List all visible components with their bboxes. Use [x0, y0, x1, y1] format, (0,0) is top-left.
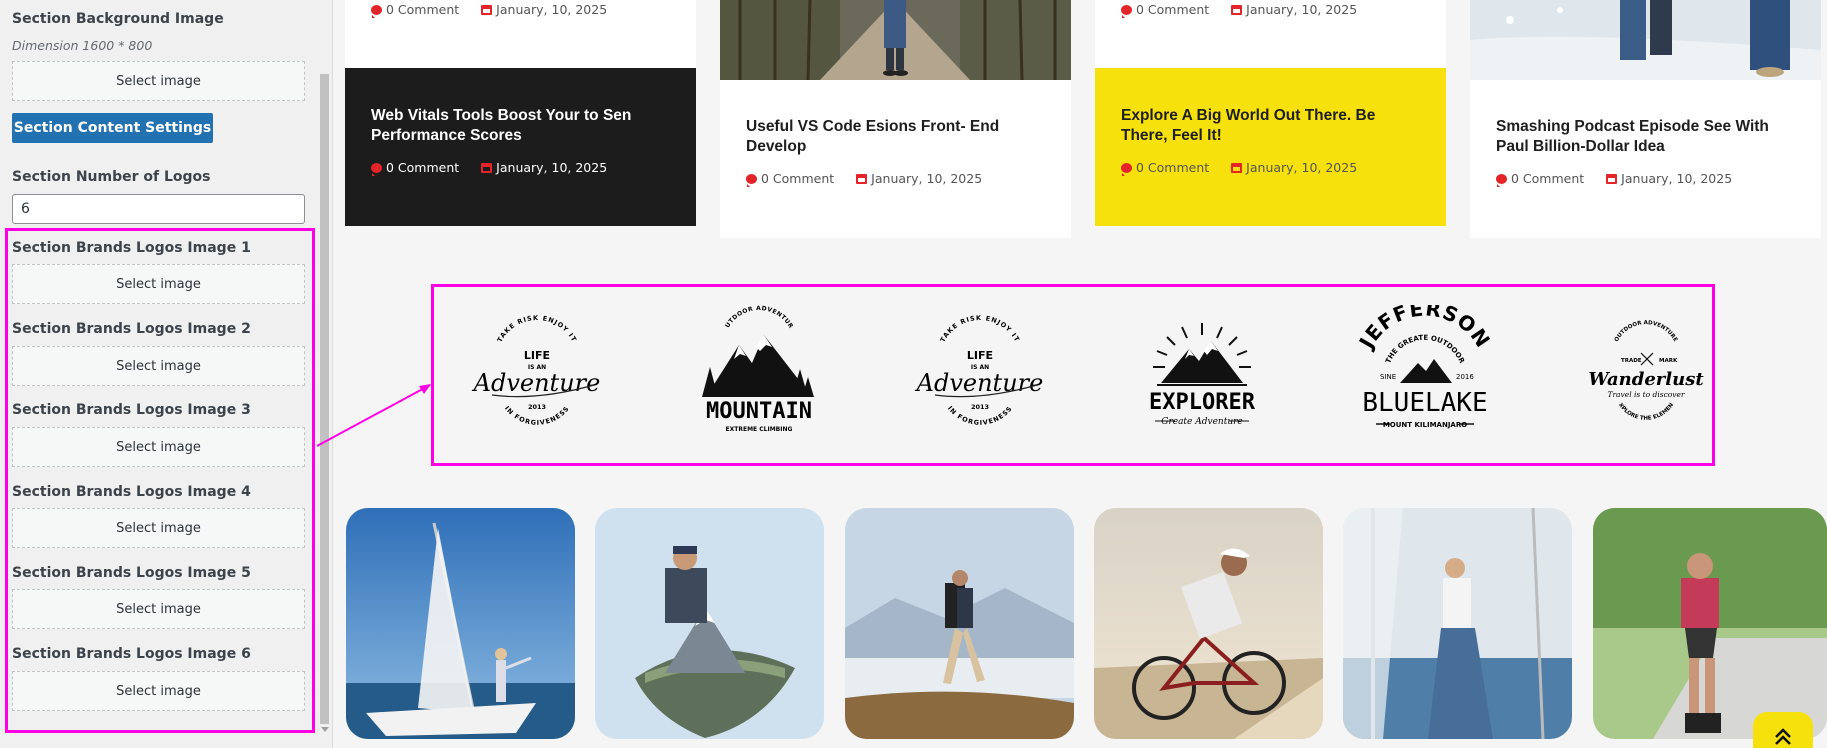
panel-scrollbar[interactable] — [318, 0, 332, 748]
calendar-icon — [481, 4, 493, 15]
post-card-1-dark-panel: Web Vitals Tools Boost Your to Sen Perfo… — [345, 68, 696, 226]
post-card-1-title[interactable]: Web Vitals Tools Boost Your to Sen Perfo… — [371, 106, 676, 146]
calendar-icon — [856, 173, 868, 184]
jefferson-arc-text: THE GREATE OUTDOOR — [1384, 334, 1466, 365]
adventure-2-life-text: LIFE — [967, 349, 993, 362]
adventure-top-arc-text: TAKE RISK ENJOY IT — [496, 314, 578, 344]
svg-text:TAKE RISK ENJOY IT: TAKE RISK ENJOY IT — [939, 314, 1022, 344]
num-logos-input[interactable] — [12, 194, 305, 224]
post-card-2-image[interactable] — [720, 0, 1071, 80]
svg-text:JEFFERSON: JEFFERSON — [1353, 305, 1495, 354]
post-card-2-meta: 0 Comment January, 10, 2025 — [746, 171, 982, 187]
gallery-photo-floating-island[interactable] — [595, 508, 824, 739]
post-card-2[interactable]: Useful VS Code Esions Front- End Develop… — [720, 0, 1071, 238]
explorer-tag-text: Greate Adventure — [1161, 417, 1243, 427]
comment-icon — [1121, 162, 1132, 176]
wanderlust-right-text: MARK — [1659, 358, 1678, 364]
wanderlust-left-text: TRADE — [1621, 358, 1642, 364]
jefferson-name-text: BLUELAKE — [1362, 388, 1487, 418]
svg-text:OUTDOOR ADVENTURE: OUTDOOR ADVENTURE — [684, 305, 794, 330]
adventure-2-year-text: 2013 — [971, 403, 989, 411]
post-card-3-yellow-panel: Explore A Big World Out There. Be There,… — [1095, 68, 1446, 226]
post-card-1[interactable]: 0 Comment January, 10, 2025 Web Vitals T… — [345, 0, 696, 226]
post-card-2-title[interactable]: Useful VS Code Esions Front- End Develop — [746, 117, 1051, 157]
scroll-down-arrow-icon[interactable] — [321, 727, 329, 732]
customizer-panel: Section Background Image Dimension 1600 … — [0, 0, 333, 748]
adventure-2-script-text: Adventure — [915, 369, 1044, 397]
calendar-icon — [1606, 173, 1618, 184]
post-card-1-meta: 0 Comment January, 10, 2025 — [371, 160, 607, 176]
adventure-script-text: Adventure — [472, 369, 601, 397]
adventure-2-top-arc-text: TAKE RISK ENJOY IT — [939, 314, 1021, 344]
comment-icon — [746, 173, 757, 187]
wanderlust-tag-text: Travel is to discover — [1607, 390, 1685, 399]
highlight-logo-fields — [5, 228, 315, 733]
jefferson-top-text: JEFFERSON — [1353, 296, 1494, 354]
calendar-icon — [481, 162, 493, 173]
mountain-top-arc-text: OUTDOOR ADVENTURE — [681, 300, 794, 330]
post-card-3[interactable]: 0 Comment January, 10, 2025 Explore A Bi… — [1095, 0, 1446, 226]
gallery-photo-cyclist[interactable] — [1094, 508, 1323, 739]
post-card-4-meta: 0 Comment January, 10, 2025 — [1496, 171, 1732, 187]
adventure-life-text: LIFE — [524, 349, 550, 362]
explorer-name-text: EXPLORER — [1149, 390, 1256, 415]
adventure-year-text: 2013 — [528, 403, 546, 411]
wanderlust-top-arc-text: OUTDOOR ADVENTURE — [1614, 320, 1679, 343]
mountain-tag-text: EXTREME CLIMBING — [726, 426, 793, 433]
jefferson-since-text: SINE — [1380, 373, 1396, 381]
mountain-name-text: MOUNTAIN — [706, 399, 812, 424]
post-card-3-title[interactable]: Explore A Big World Out There. Be There,… — [1121, 106, 1426, 146]
gallery-photo-hiker[interactable] — [845, 508, 1074, 739]
svg-text:OUTDOOR ADVENTURE: OUTDOOR ADVENTURE — [1614, 320, 1679, 343]
post-card-4[interactable]: Smashing Podcast Episode See With Paul B… — [1470, 0, 1821, 238]
comment-icon — [371, 4, 382, 18]
brand-logos-strip: TAKE RISK ENJOY IT LIFE IS AN Adventure … — [431, 284, 1715, 466]
post-card-4-image[interactable] — [1470, 0, 1821, 80]
gallery-photo-rollerblading[interactable] — [1593, 508, 1827, 739]
post-card-3-meta: 0 Comment January, 10, 2025 — [1121, 160, 1357, 176]
jefferson-tag-text: MOUNT KILIMANJARO — [1383, 421, 1467, 429]
calendar-icon — [1231, 4, 1243, 15]
brand-logo-jefferson-bluelake[interactable]: JEFFERSON THE GREATE OUTDOOR SINE 2016 B… — [1350, 296, 1500, 445]
svg-text:THE GREATE OUTDOOR: THE GREATE OUTDOOR — [1384, 334, 1466, 365]
comment-icon — [1121, 4, 1132, 18]
svg-text:TAKE RISK ENJOY IT: TAKE RISK ENJOY IT — [496, 314, 579, 344]
gallery-photo-sailing-1[interactable] — [346, 508, 575, 739]
post-card-3-top-meta: 0 Comment January, 10, 2025 — [1121, 2, 1357, 18]
calendar-icon — [1231, 162, 1243, 173]
num-logos-label: Section Number of Logos — [12, 169, 211, 185]
wanderlust-name-text: Wanderlust — [1588, 369, 1704, 390]
highlight-arrow — [316, 384, 431, 447]
double-chevron-up-icon — [1775, 728, 1791, 745]
post-card-1-top-meta: 0 Comment January, 10, 2025 — [371, 2, 607, 18]
brand-logo-mountain[interactable]: OUTDOOR ADVENTURE MOUNTAIN EXTREME CLIMB… — [681, 300, 834, 445]
brand-logo-adventure-2[interactable]: TAKE RISK ENJOY IT LIFE IS AN Adventure … — [905, 305, 1055, 445]
section-content-settings-button[interactable]: Section Content Settings — [12, 113, 213, 143]
brand-logo-adventure-1[interactable]: TAKE RISK ENJOY IT LIFE IS AN Adventure … — [462, 305, 612, 445]
comment-icon — [371, 162, 382, 176]
scroll-to-top-button[interactable] — [1753, 712, 1813, 748]
post-card-4-title[interactable]: Smashing Podcast Episode See With Paul B… — [1496, 117, 1801, 157]
bg-image-label: Section Background Image — [12, 11, 224, 27]
jefferson-year-text: 2016 — [1456, 373, 1474, 381]
bg-select-image-button[interactable]: Select image — [12, 61, 305, 101]
bg-image-dimension: Dimension 1600 * 800 — [12, 38, 153, 53]
brand-logo-wanderlust[interactable]: OUTDOOR ADVENTURE TRADE MARK Wanderlust … — [1569, 301, 1721, 445]
gallery-photo-sailing-2[interactable] — [1343, 508, 1572, 739]
comment-icon — [1496, 173, 1507, 187]
brand-logo-explorer[interactable]: EXPLORER Greate Adventure — [1127, 305, 1277, 445]
